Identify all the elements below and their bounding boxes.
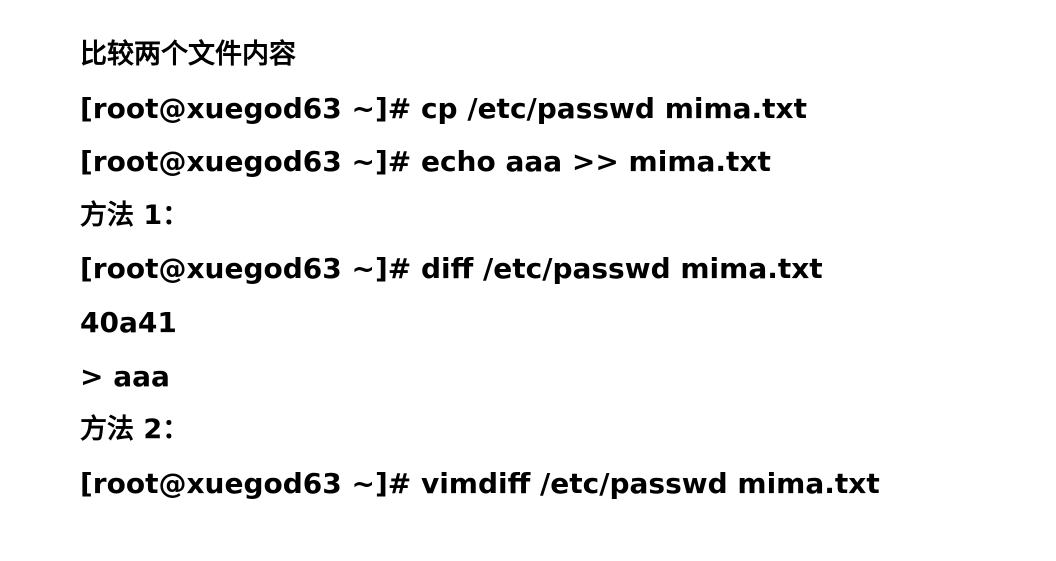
document-body: 比较两个文件内容 [root@xuegod63 ~]# cp /etc/pass…: [80, 28, 1036, 510]
method-2-label: 方法 2：: [80, 414, 190, 446]
command-cp: [root@xuegod63 ~]# cp /etc/passwd mima.t…: [80, 91, 808, 125]
command-echo: [root@xuegod63 ~]# echo aaa >> mima.txt: [80, 145, 771, 179]
diff-output-range: 40a41: [80, 305, 177, 339]
method-1-label: 方法 1：: [80, 199, 190, 231]
command-vimdiff: [root@xuegod63 ~]# vimdiff /etc/passwd m…: [80, 466, 880, 500]
section-title: 比较两个文件内容: [80, 39, 296, 70]
command-diff: [root@xuegod63 ~]# diff /etc/passwd mima…: [80, 252, 823, 286]
diff-output-line: > aaa: [80, 359, 170, 393]
